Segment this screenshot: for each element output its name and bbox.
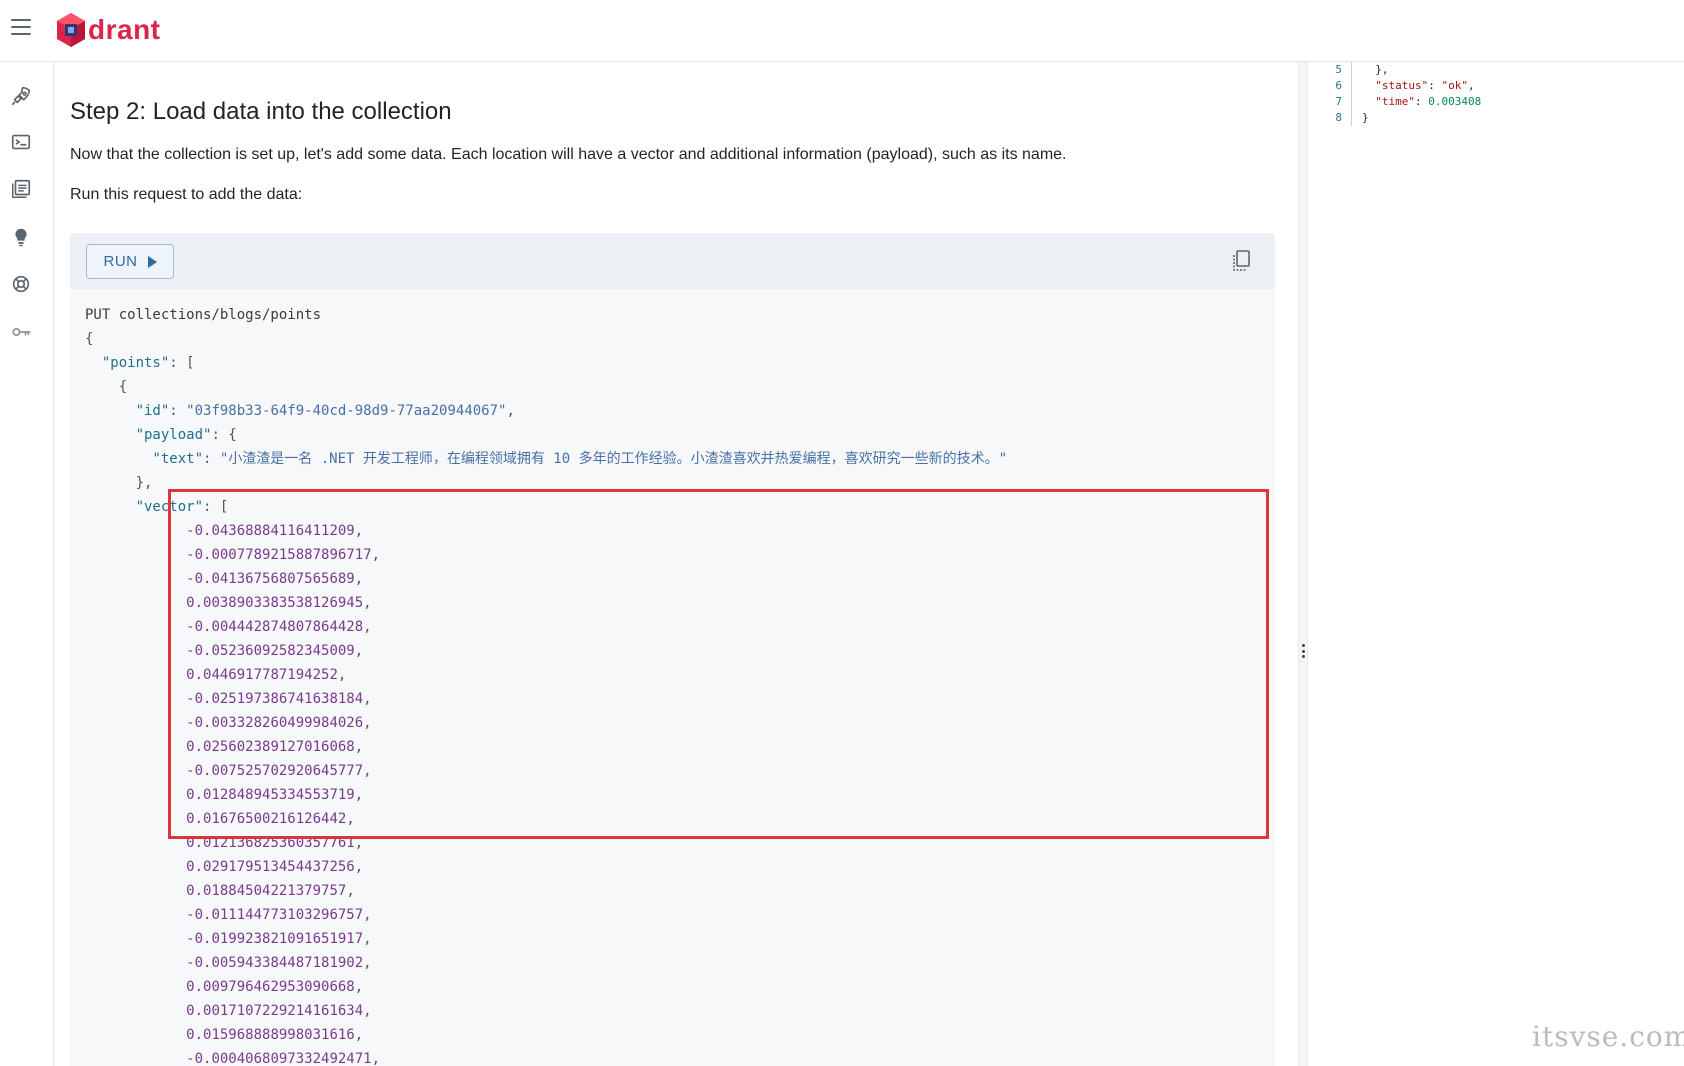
line-number: 5 [1335, 63, 1342, 76]
request-code[interactable]: PUT collections/blogs/points { "points":… [85, 303, 1007, 1066]
vector-value: -0.004442874807864428 [186, 619, 364, 635]
response-code[interactable]: 5 }, 6 "status": "ok", 7 "time": 0.003408 8… [1308, 62, 1481, 126]
vector-value: 0.025602389127016068 [186, 739, 355, 755]
console-icon[interactable] [9, 130, 33, 154]
vector-value: 0.01676500216126442 [186, 811, 347, 827]
vector-value: 0.0038903383538126945 [186, 595, 364, 611]
response-text: "time": 0.003408 [1362, 95, 1482, 108]
vector-value: -0.005943384487181902 [186, 955, 364, 971]
panel-divider[interactable] [1298, 62, 1308, 1066]
qdrant-logo[interactable]: drant [56, 11, 161, 49]
play-icon [147, 255, 157, 268]
point-id: 03f98b33-64f9-40cd-98d9-77aa20944067 [194, 403, 499, 419]
left-rail [0, 62, 54, 1066]
vector-value: -0.04136756807565689 [186, 571, 355, 587]
top-bar: drant [0, 0, 1684, 62]
vector-value: -0.003328260499984026 [186, 715, 364, 731]
run-instruction: Run this request to add the data: [70, 186, 303, 203]
vector-value: -0.0007789215887896717 [186, 547, 372, 563]
vector-value: 0.029179513454437256 [186, 859, 355, 875]
vector-value: 0.01884504221379757 [186, 883, 347, 899]
resize-handle-icon[interactable] [1301, 644, 1305, 658]
vector-value: -0.019923821091651917 [186, 931, 364, 947]
vector-value: 0.0017107229214161634 [186, 1003, 364, 1019]
vector-value: 0.012848945334553719 [186, 787, 355, 803]
step-title: Step 2: Load data into the collection [70, 98, 452, 125]
hamburger-menu-icon[interactable] [11, 19, 31, 37]
vector-value: 0.015968888998031616 [186, 1027, 355, 1043]
response-text: "status": "ok", [1362, 79, 1475, 92]
run-button-label: RUN [103, 253, 138, 270]
response-line: 8} [1308, 110, 1481, 126]
qdrant-logo-icon [57, 13, 85, 47]
line-number: 7 [1335, 95, 1342, 108]
response-text: }, [1362, 63, 1389, 76]
vector-value: 0.009796462953090668 [186, 979, 355, 995]
request-method-line: PUT collections/blogs/points [85, 307, 322, 323]
vector-value: -0.05236092582345009 [186, 643, 355, 659]
vector-value: -0.025197386741638184 [186, 691, 364, 707]
response-line: 6 "status": "ok", [1308, 78, 1481, 94]
payload-text: 小渣渣是一名 .NET 开发工程师，在编程领域拥有 10 多年的工作经验。小渣渣… [228, 451, 999, 467]
rocket-icon[interactable] [9, 84, 33, 108]
request-code-block: RUN PUT collections/blogs/points { "poin… [70, 233, 1275, 1066]
vector-value: -0.0004068097332492471 [186, 1051, 372, 1066]
response-line: 7 "time": 0.003408 [1308, 94, 1481, 110]
tutorial-icon[interactable] [9, 225, 33, 249]
vector-value: 0.0446917787194252 [186, 667, 338, 683]
step-description: Now that the collection is set up, let's… [70, 146, 1067, 163]
watermark: itsvse.com [1532, 1020, 1684, 1053]
response-panel: 5 }, 6 "status": "ok", 7 "time": 0.003408 8… [1308, 62, 1684, 1066]
tutorial-content: Step 2: Load data into the collection No… [55, 62, 1298, 1066]
datasets-icon[interactable] [9, 272, 33, 296]
vector-values: -0.04368884116411209, -0.000778921588789… [186, 523, 381, 1066]
logo-text: drant [88, 14, 161, 45]
response-line: 5 }, [1308, 62, 1481, 78]
line-number: 6 [1335, 79, 1342, 92]
response-text: } [1362, 111, 1369, 124]
vector-value: -0.011144773103296757 [186, 907, 364, 923]
run-button[interactable]: RUN [86, 244, 174, 279]
vector-value: 0.012136825360357761 [186, 835, 355, 851]
vector-value: -0.04368884116411209 [186, 523, 355, 539]
code-toolbar: RUN [70, 233, 1275, 289]
api-key-icon[interactable] [9, 320, 33, 344]
copy-icon[interactable] [1230, 249, 1252, 273]
line-number: 8 [1335, 111, 1342, 124]
vector-value: -0.007525702920645777 [186, 763, 364, 779]
collections-icon[interactable] [9, 177, 33, 201]
